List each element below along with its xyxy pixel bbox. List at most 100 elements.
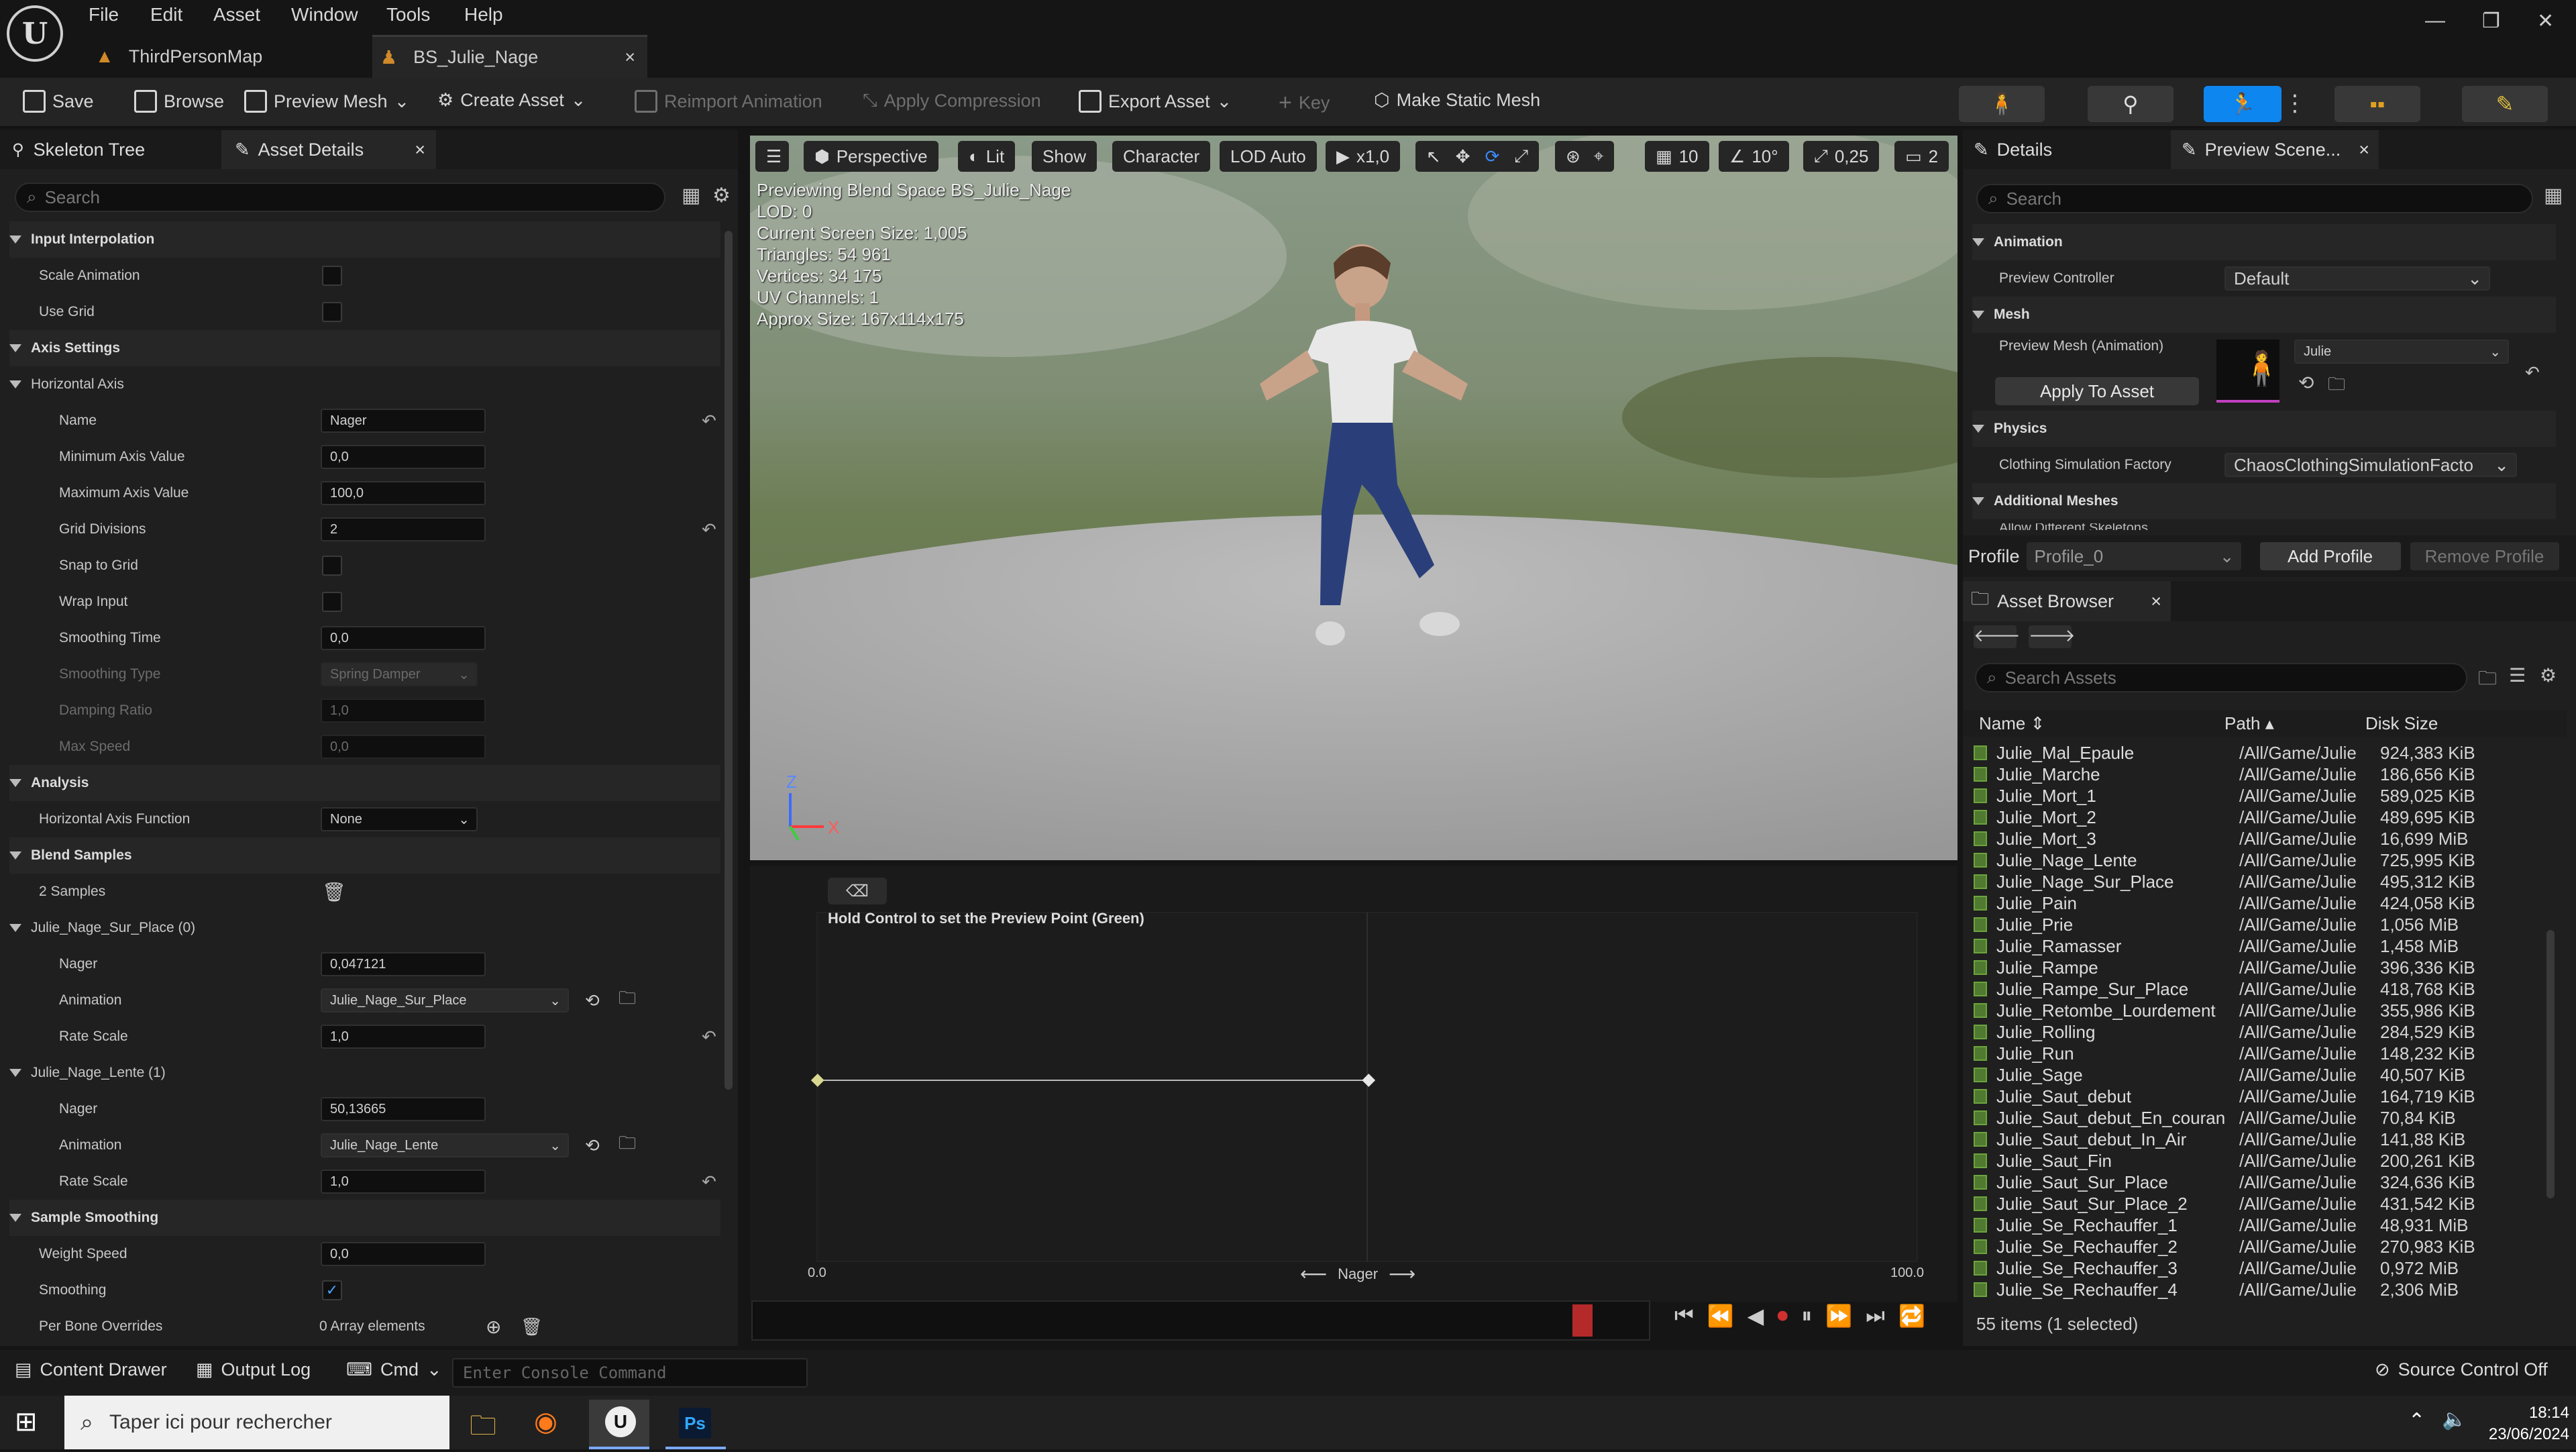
- menu-help[interactable]: Help: [464, 4, 503, 25]
- preview-mesh-select[interactable]: Julie ⌄: [2294, 340, 2509, 364]
- category-blend-samples[interactable]: Blend Samples: [9, 837, 720, 874]
- add-element-icon[interactable]: ⊕: [486, 1316, 501, 1338]
- blend-graph-canvas[interactable]: [750, 866, 1957, 1302]
- scale-icon[interactable]: ⤢: [1514, 146, 1528, 167]
- asset-row[interactable]: Julie_Ramasser/All/Game/Julie 1,458 MiB: [1963, 935, 2560, 957]
- tab-close-icon[interactable]: ×: [625, 47, 635, 68]
- tab-skeleton-tree[interactable]: Skeleton Tree: [34, 140, 146, 160]
- lit-button[interactable]: ◐ Lit: [958, 141, 1016, 172]
- asset-row[interactable]: Julie_Se_Rechauffer_4/All/Game/Julie 2,30…: [1963, 1279, 2560, 1299]
- clothing-factory-select[interactable]: ChaosClothingSimulationFacto ⌄: [2224, 453, 2517, 477]
- table-view-icon[interactable]: ▦: [682, 184, 700, 207]
- grid-divisions-input[interactable]: 2: [321, 517, 486, 541]
- s0-animation-select[interactable]: Julie_Nage_Sur_Place ⌄: [321, 988, 569, 1013]
- axis-function-select[interactable]: None ⌄: [321, 807, 478, 831]
- console-input[interactable]: Enter Console Command: [452, 1358, 808, 1388]
- transform-tools[interactable]: ↖ ✥ ⟳ ⤢: [1415, 141, 1540, 172]
- asset-row[interactable]: Julie_Saut_debut_In_Air/All/Game/Julie 14…: [1963, 1129, 2560, 1150]
- menu-asset[interactable]: Asset: [213, 4, 260, 25]
- add-profile-button[interactable]: Add Profile: [2259, 542, 2401, 570]
- trash-icon[interactable]: 🗑: [322, 881, 346, 903]
- cmd-button[interactable]: ⌨ Cmd ⌄: [346, 1359, 442, 1380]
- volume-icon[interactable]: 🔈: [2442, 1408, 2467, 1431]
- details-search-input[interactable]: ⌕ Search: [15, 183, 665, 212]
- menu-window[interactable]: Window: [291, 4, 358, 25]
- min-axis-input[interactable]: 0,0: [321, 445, 486, 469]
- skeleton-mode-button[interactable]: 🧍: [1959, 86, 2045, 122]
- weight-speed-input[interactable]: 0,0: [321, 1242, 486, 1266]
- s1-nager-input[interactable]: 50,13665: [321, 1097, 486, 1121]
- asset-row[interactable]: Julie_Sage/All/Game/Julie 40,507 KiB: [1963, 1064, 2560, 1086]
- smoothing-checkbox[interactable]: ✓: [322, 1280, 342, 1300]
- asset-row[interactable]: Julie_Rolling/All/Game/Julie 284,529 KiB: [1963, 1021, 2560, 1043]
- skip-to-start-icon[interactable]: ⏮: [1674, 1303, 1694, 1329]
- col-size-header[interactable]: Disk Size: [2365, 713, 2513, 734]
- asset-scrollbar[interactable]: [2546, 930, 2555, 1198]
- folder-view-icon[interactable]: 🗀: [2478, 664, 2497, 696]
- asset-row[interactable]: Julie_Saut_Sur_Place/All/Game/Julie 324,6…: [1963, 1172, 2560, 1193]
- asset-row[interactable]: Julie_Marche/All/Game/Julie 186,656 KiB: [1963, 764, 2560, 785]
- more-options-icon[interactable]: ⋮: [2284, 90, 2306, 118]
- axis-name-input[interactable]: Nager: [321, 409, 486, 433]
- asset-row[interactable]: Julie_Saut_Fin/All/Game/Julie 200,261 KiB: [1963, 1150, 2560, 1172]
- unreal-taskbar-button[interactable]: U: [589, 1400, 649, 1449]
- rotation-snap-button[interactable]: ∠ 10°: [1719, 141, 1789, 172]
- step-forward-icon[interactable]: ⏩: [1825, 1303, 1852, 1329]
- back-button[interactable]: 🡐: [1974, 625, 2021, 648]
- browse-button[interactable]: Browse: [134, 90, 224, 113]
- file-explorer-icon[interactable]: 🗀: [470, 1406, 496, 1452]
- asset-row[interactable]: Julie_Nage_Sur_Place/All/Game/Julie 495,3…: [1963, 871, 2560, 892]
- browse-folder-icon[interactable]: 🗀: [619, 1131, 636, 1160]
- asset-row[interactable]: Julie_Mort_2/All/Game/Julie 489,695 KiB: [1963, 807, 2560, 828]
- reset-arrow-icon[interactable]: ↶: [2525, 362, 2540, 383]
- col-name-header[interactable]: Name ⇕: [1963, 713, 2224, 734]
- timeline-scrubber[interactable]: [751, 1300, 1650, 1341]
- show-button[interactable]: Show: [1032, 141, 1097, 172]
- settings-gear-icon[interactable]: ⚙: [712, 184, 731, 207]
- preview-controller-select[interactable]: Default ⌄: [2224, 266, 2490, 291]
- translate-icon[interactable]: ✥: [1456, 146, 1470, 167]
- category-axis-settings[interactable]: Axis Settings: [9, 330, 720, 366]
- asset-row[interactable]: Julie_Rampe_Sur_Place/All/Game/Julie 418,…: [1963, 978, 2560, 1000]
- asset-row[interactable]: Julie_Se_Rechauffer_2/All/Game/Julie 270,…: [1963, 1236, 2560, 1257]
- smoothing-time-input[interactable]: 0,0: [321, 626, 486, 650]
- taskbar-search[interactable]: ⌕ Taper ici pour rechercher: [64, 1396, 449, 1449]
- unreal-logo-icon[interactable]: U: [7, 5, 63, 62]
- preview-viewport[interactable]: Z X ☰ ⬢ Perspective ◐ Lit Show Character L…: [750, 136, 1957, 860]
- menu-file[interactable]: File: [89, 4, 119, 25]
- use-selected-icon[interactable]: ⟲: [585, 990, 600, 1011]
- filter-icon[interactable]: ☰: [2509, 664, 2526, 686]
- max-axis-input[interactable]: 100,0: [321, 481, 486, 505]
- surface-snap-icon[interactable]: ⌖: [1594, 146, 1604, 167]
- scale-snap-button[interactable]: ⤢ 0,25: [1803, 141, 1880, 172]
- tab-close-icon[interactable]: ×: [2359, 140, 2369, 160]
- browse-folder-icon[interactable]: 🗀: [2328, 372, 2345, 401]
- firefox-icon[interactable]: ◉: [534, 1406, 557, 1437]
- tab-close-icon[interactable]: ×: [2151, 591, 2161, 612]
- tab-asset-details[interactable]: ✎ Asset Details ×: [221, 130, 436, 169]
- asset-row[interactable]: Julie_Se_Rechauffer_3/All/Game/Julie 0,97…: [1963, 1257, 2560, 1279]
- wrap-input-checkbox[interactable]: [322, 592, 342, 612]
- minimize-icon[interactable]: —: [2425, 9, 2445, 32]
- tab-close-icon[interactable]: ×: [415, 140, 425, 160]
- snap-to-grid-checkbox[interactable]: [322, 556, 342, 576]
- blueprint-mode-button[interactable]: ▪▪: [2334, 86, 2420, 122]
- output-log-button[interactable]: ▦ Output Log: [196, 1359, 311, 1380]
- s1-rate-scale-input[interactable]: 1,0: [321, 1170, 486, 1194]
- perspective-button[interactable]: ⬢ Perspective: [804, 141, 938, 172]
- restore-icon[interactable]: ❐: [2482, 9, 2500, 33]
- play-reverse-icon[interactable]: ◀: [1748, 1303, 1764, 1329]
- use-grid-checkbox[interactable]: [322, 302, 342, 322]
- close-window-icon[interactable]: ✕: [2537, 9, 2554, 33]
- key-button[interactable]: + Key: [1279, 90, 1330, 116]
- playback-speed-button[interactable]: ▶ x1,0: [1326, 141, 1401, 172]
- category-input-interpolation[interactable]: Input Interpolation: [9, 221, 720, 258]
- asset-row[interactable]: Julie_Mal_Epaule/All/Game/Julie 924,383 K…: [1963, 742, 2560, 764]
- reset-arrow-icon[interactable]: ↶: [702, 1172, 716, 1192]
- category-animation[interactable]: Animation: [1972, 224, 2556, 260]
- loop-icon[interactable]: 🔁: [1898, 1303, 1925, 1329]
- select-icon[interactable]: ↖: [1426, 146, 1441, 167]
- create-asset-button[interactable]: ⚙ Create Asset ⌄: [437, 90, 586, 111]
- save-button[interactable]: Save: [23, 90, 94, 113]
- source-control-button[interactable]: ⊘ Source Control Off: [2375, 1359, 2548, 1380]
